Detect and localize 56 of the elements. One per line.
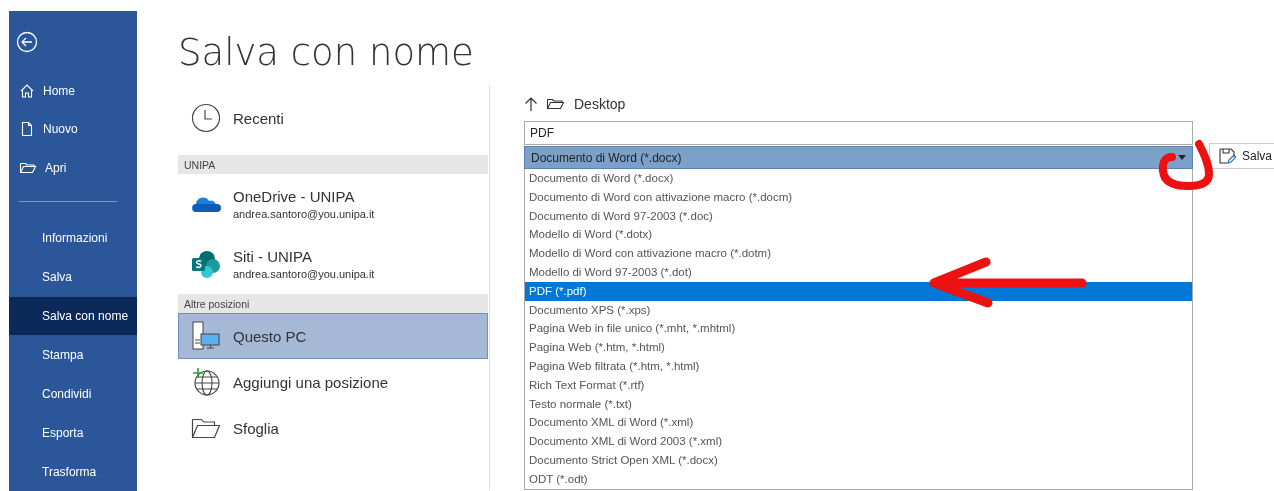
caret-icon bbox=[1178, 155, 1186, 160]
sidebar-item[interactable]: Salva bbox=[9, 257, 137, 297]
sidebar-item[interactable]: Stampa bbox=[9, 335, 137, 375]
sidebar-item[interactable]: Apri bbox=[9, 148, 137, 187]
file-name-field[interactable]: PDF bbox=[524, 121, 1193, 145]
file-type-option[interactable]: Documento Strict Open XML (*.docx) bbox=[525, 450, 1192, 470]
breadcrumb-folder[interactable]: Desktop bbox=[574, 96, 626, 112]
sidebar-item[interactable]: Condividi bbox=[9, 374, 137, 414]
page-title: Salva con nome bbox=[178, 31, 475, 74]
save-button[interactable]: Salva bbox=[1209, 143, 1274, 169]
folder-icon bbox=[191, 416, 221, 440]
file-type-dropdown[interactable]: Documento di Word (*.docx) bbox=[524, 146, 1193, 169]
home-icon bbox=[19, 82, 35, 99]
file-type-option[interactable]: Modello di Word (*.dotx) bbox=[525, 225, 1192, 245]
file-type-option[interactable]: Documento di Word (*.docx) bbox=[525, 169, 1192, 188]
sidebar-item[interactable]: Home bbox=[9, 71, 137, 110]
location-item[interactable]: Questo PC bbox=[178, 313, 488, 359]
globe-add-icon bbox=[191, 367, 221, 397]
folder-icon bbox=[546, 96, 566, 112]
sidebar-item[interactable]: Salva con nome bbox=[9, 296, 137, 336]
file-type-option[interactable]: Modello di Word con attivazione macro (*.dotm) bbox=[525, 244, 1192, 263]
sidebar-item[interactable]: Esporta bbox=[9, 413, 137, 453]
file-type-option[interactable]: ODT (*.odt) bbox=[525, 469, 1192, 489]
file-type-option[interactable]: Documento XML di Word (*.xml) bbox=[525, 413, 1192, 433]
file-type-option[interactable]: Documento di Word 97-2003 (*.doc) bbox=[525, 206, 1192, 226]
location-title: OneDrive - UNIPA bbox=[233, 188, 356, 205]
section-header: Altre posizioni bbox=[178, 294, 488, 313]
file-type-option[interactable]: Documento di Word con attivazione macro (*.docm) bbox=[525, 187, 1192, 207]
sidebar-item[interactable]: Trasforma bbox=[9, 452, 137, 491]
sidebar-item[interactable]: Informazioni bbox=[9, 218, 137, 258]
file-type-option[interactable]: Rich Text Format (*.rtf) bbox=[525, 375, 1192, 395]
section-header: UNIPA bbox=[178, 155, 488, 174]
file-type-option[interactable]: Pagina Web (*.htm, *.html) bbox=[525, 338, 1192, 357]
annotation-mark bbox=[1158, 139, 1214, 191]
sidebar-item[interactable]: Nuovo bbox=[9, 110, 137, 149]
back-button[interactable] bbox=[16, 31, 40, 55]
file-type-option[interactable]: Documento XPS (*.xps) bbox=[525, 300, 1192, 320]
file-type-option[interactable]: Pagina Web filtrata (*.htm, *.html) bbox=[525, 356, 1192, 376]
account-email: andrea.santoro@you.unipa.it bbox=[233, 268, 375, 280]
file-type-option[interactable]: Testo normale (*.txt) bbox=[525, 394, 1192, 414]
save-icon bbox=[1218, 147, 1236, 165]
document-icon bbox=[19, 121, 35, 138]
file-type-option[interactable]: Pagina Web in file unico (*.mht, *.mhtml) bbox=[525, 319, 1192, 339]
location-item[interactable]: OneDrive - UNIPA andrea.santoro@you.unipa.it bbox=[178, 174, 488, 234]
location-title: Siti - UNIPA bbox=[233, 248, 313, 265]
file-type-option[interactable]: Modello di Word 97-2003 (*.dot) bbox=[525, 263, 1192, 282]
location-item[interactable]: Siti - UNIPA andrea.santoro@you.unipa.it bbox=[178, 234, 488, 294]
sites-icon bbox=[191, 249, 221, 279]
account-email: andrea.santoro@you.unipa.it bbox=[233, 208, 375, 220]
computer-icon bbox=[191, 321, 221, 351]
clock-icon bbox=[191, 103, 221, 133]
file-type-option[interactable]: Documento XML di Word 2003 (*.xml) bbox=[525, 432, 1192, 451]
location-item[interactable]: Recenti bbox=[178, 95, 488, 141]
location-item[interactable]: Sfoglia bbox=[178, 405, 488, 451]
up-arrow-icon[interactable] bbox=[524, 96, 538, 112]
location-item[interactable]: Aggiungi una posizione bbox=[178, 359, 488, 405]
